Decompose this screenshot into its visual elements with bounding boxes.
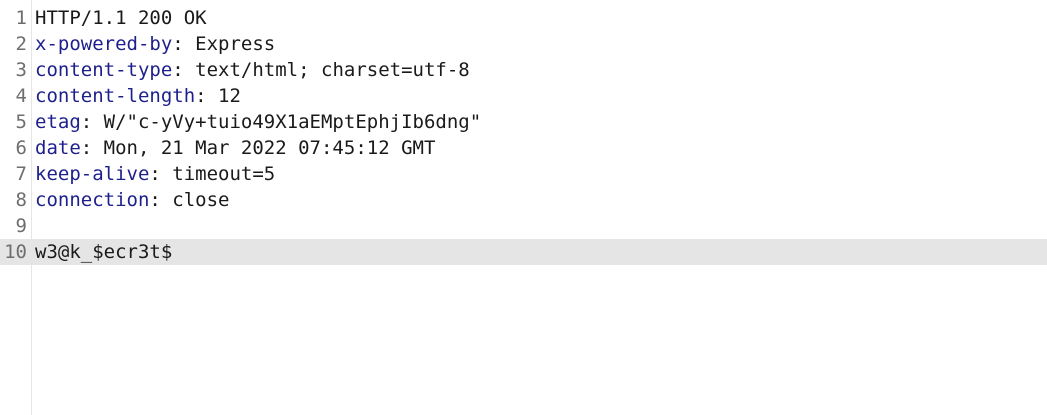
code-line-3[interactable]: 3 content-type: text/html; charset=utf-8 [0, 57, 1047, 83]
header-line: keep-alive: timeout=5 [35, 161, 275, 187]
header-line: content-length: 12 [35, 83, 241, 109]
header-line: content-type: text/html; charset=utf-8 [35, 57, 470, 83]
header-separator: : [195, 85, 207, 107]
header-key: keep-alive [35, 163, 150, 185]
header-value: Express [183, 33, 276, 55]
header-key: connection [35, 189, 150, 211]
header-key: date [35, 137, 81, 159]
header-value: Mon, 21 Mar 2022 07:45:12 GMT [92, 137, 436, 159]
response-body: w3@k_$ecr3t$ [35, 241, 173, 263]
header-key: content-length [35, 85, 196, 107]
code-line-1[interactable]: 1 HTTP/1.1 200 OK [0, 5, 1047, 31]
code-lines: 1 HTTP/1.1 200 OK 2 x-powered-by: Expres… [0, 5, 1047, 265]
header-value: text/html; charset=utf-8 [183, 59, 470, 81]
code-line-4[interactable]: 4 content-length: 12 [0, 83, 1047, 109]
header-value: W/"c-yVy+tuio49X1aEMptEphjIb6dng" [92, 111, 482, 133]
line-number: 5 [15, 111, 27, 133]
header-separator: : [149, 163, 161, 185]
line-number: 8 [15, 189, 27, 211]
code-line-9[interactable]: 9 [0, 213, 1047, 239]
header-separator: : [80, 137, 93, 159]
status-line: HTTP/1.1 200 OK [35, 5, 207, 31]
code-line-8[interactable]: 8 connection: close [0, 187, 1047, 213]
code-line-5[interactable]: 5 etag: W/"c-yVy+tuio49X1aEMptEphjIb6dng… [0, 109, 1047, 135]
header-value: close [160, 189, 230, 211]
code-line-7[interactable]: 7 keep-alive: timeout=5 [0, 161, 1047, 187]
line-number: 1 [15, 7, 27, 29]
header-separator: : [149, 189, 161, 211]
line-number: 9 [15, 215, 27, 237]
header-key: etag [35, 111, 81, 133]
header-line: etag: W/"c-yVy+tuio49X1aEMptEphjIb6dng" [35, 109, 481, 135]
line-number: 4 [15, 85, 27, 107]
line-number: 6 [15, 137, 27, 159]
line-number: 10 [4, 241, 27, 263]
status-text: HTTP/1.1 200 OK [35, 7, 207, 29]
header-line: x-powered-by: Express [35, 31, 275, 57]
header-key: x-powered-by [35, 33, 173, 55]
header-separator: : [80, 111, 93, 133]
line-number: 2 [15, 33, 27, 55]
header-line: connection: close [35, 187, 229, 213]
response-viewer[interactable]: 1 HTTP/1.1 200 OK 2 x-powered-by: Expres… [0, 0, 1047, 415]
line-number: 3 [15, 59, 27, 81]
header-separator: : [172, 59, 184, 81]
header-separator: : [172, 33, 184, 55]
code-line-10[interactable]: 10 w3@k_$ecr3t$ [0, 239, 1047, 265]
header-line: date: Mon, 21 Mar 2022 07:45:12 GMT [35, 135, 435, 161]
code-line-6[interactable]: 6 date: Mon, 21 Mar 2022 07:45:12 GMT [0, 135, 1047, 161]
line-number: 7 [15, 163, 27, 185]
header-value: timeout=5 [160, 163, 276, 185]
header-key: content-type [35, 59, 173, 81]
code-line-2[interactable]: 2 x-powered-by: Express [0, 31, 1047, 57]
header-value: 12 [206, 85, 241, 107]
